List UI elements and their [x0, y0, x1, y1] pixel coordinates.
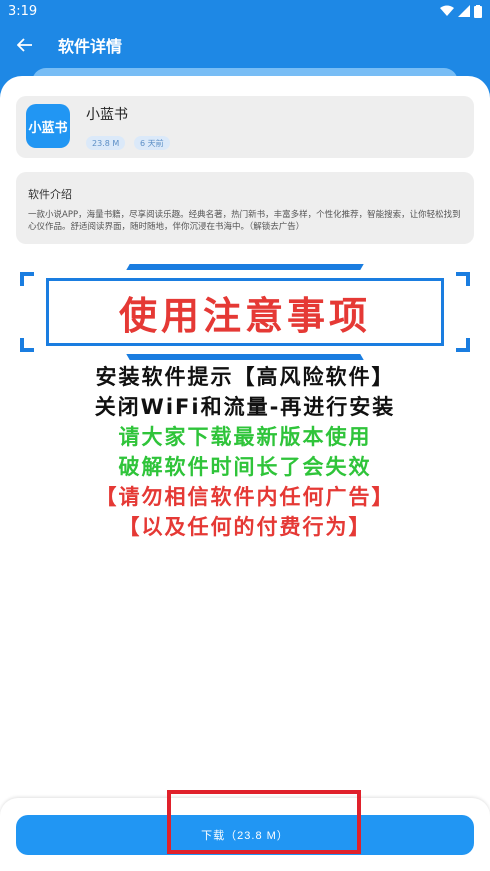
banner-decoration: [126, 354, 364, 360]
wifi-icon: [440, 5, 454, 16]
page-title: 软件详情: [58, 37, 123, 56]
intro-title: 软件介绍: [28, 188, 72, 201]
intro-text: 一款小说APP，海量书籍，尽享阅读乐趣。经典名著，热门新书，丰富多样，个性化推荐…: [28, 210, 461, 232]
notice-image: 使用注意事项 安装软件提示【高风险软件】 关闭WiFi和流量-再进行安装 请大家…: [18, 262, 472, 558]
banner-corner: [20, 338, 34, 352]
notice-line: 【以及任何的付费行为】: [118, 515, 372, 539]
app-info-card: 小蓝书 小蓝书 23.8 M 6 天前: [16, 96, 474, 158]
size-badge: 23.8 M: [86, 136, 126, 150]
status-bar: 3:19: [0, 0, 490, 22]
notice-banner: 使用注意事项: [18, 262, 472, 362]
banner-corner: [456, 272, 470, 286]
arrow-left-icon: [17, 38, 32, 52]
intro-card: 软件介绍 一款小说APP，海量书籍，尽享阅读乐趣。经典名著，热门新书，丰富多样，…: [16, 172, 474, 244]
status-time: 3:19: [8, 3, 38, 19]
date-badge: 6 天前: [134, 136, 170, 150]
notice-line: 安装软件提示【高风险软件】: [95, 365, 395, 389]
back-button[interactable]: [0, 22, 50, 68]
app-bar: 软件详情: [0, 22, 490, 68]
app-name: 小蓝书: [86, 107, 128, 123]
status-icons: [440, 4, 482, 18]
notice-line: 【请勿相信软件内任何广告】: [95, 485, 395, 509]
banner-title: 使用注意事项: [118, 293, 371, 338]
banner-decoration: [126, 264, 364, 270]
notice-line: 请大家下载最新版本使用: [118, 425, 372, 449]
app-logo-icon: 小蓝书: [26, 104, 70, 148]
notice-line: 破解软件时间长了会失效: [118, 455, 372, 479]
battery-icon: [474, 4, 482, 18]
signal-icon: [458, 5, 470, 17]
download-button[interactable]: 下载（23.8 M）: [16, 815, 474, 855]
banner-frame: 使用注意事项: [46, 278, 444, 346]
banner-corner: [456, 338, 470, 352]
notice-line: 关闭WiFi和流量-再进行安装: [94, 395, 396, 419]
banner-corner: [20, 272, 34, 286]
